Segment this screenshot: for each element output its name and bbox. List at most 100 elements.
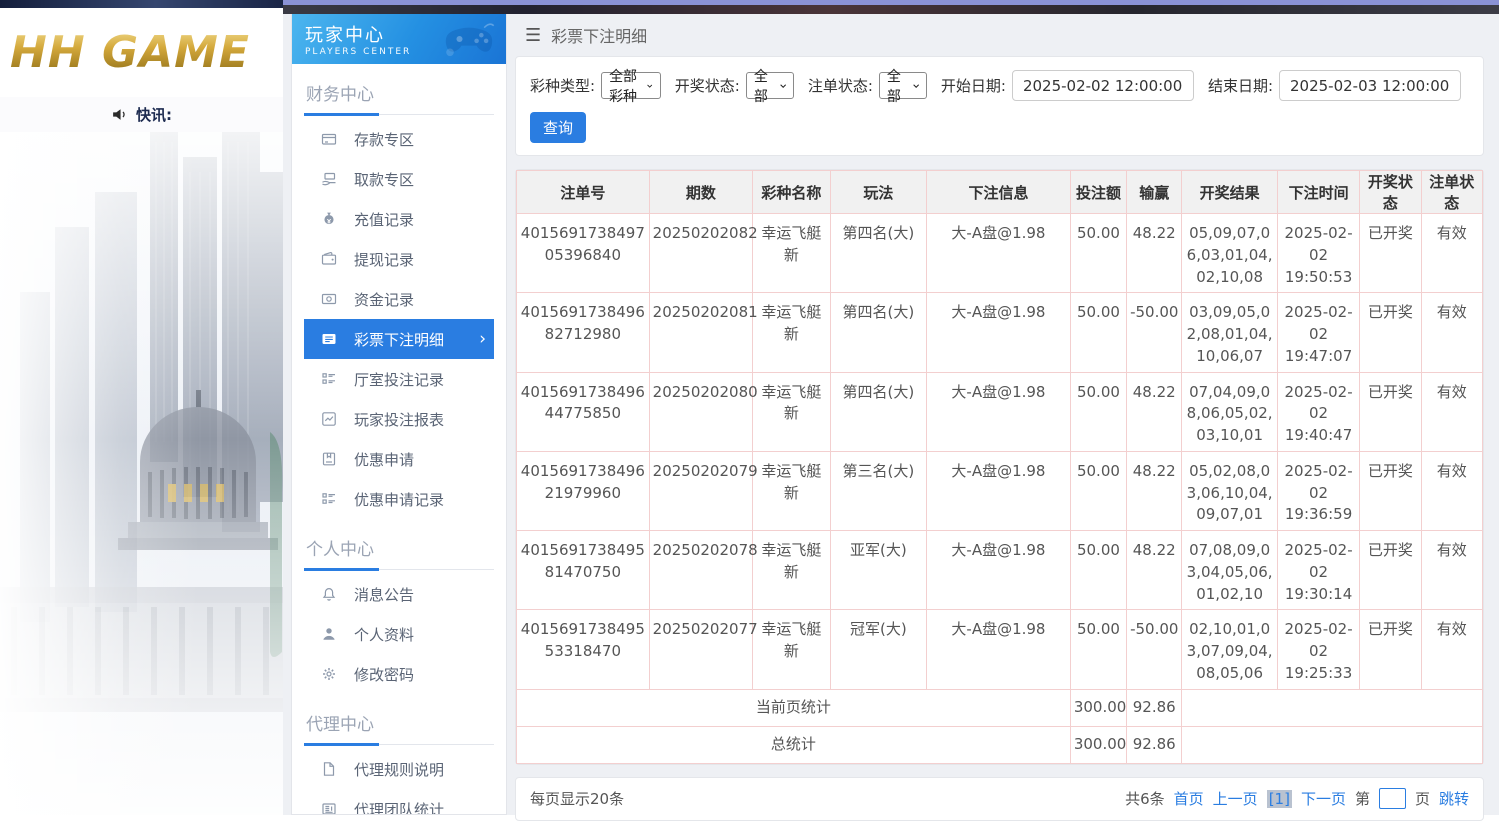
sidebar-item[interactable]: 优惠申请	[304, 439, 494, 479]
table-cell: 03,09,05,02,08,01,04,10,06,07	[1182, 293, 1277, 372]
prev-page-link[interactable]: 上一页	[1213, 788, 1258, 809]
deposit-card-icon	[321, 131, 337, 147]
jump-prefix-text: 第	[1355, 788, 1370, 809]
table-cell: 第三名(大)	[830, 451, 926, 530]
sidebar-item-label: 优惠申请	[354, 449, 414, 470]
lottery-type-label: 彩种类型:	[530, 75, 595, 96]
top-navy-strip	[0, 0, 283, 8]
sidebar-item-label: 充值记录	[354, 209, 414, 230]
pagination-bar: 每页显示20条 共6条 首页 上一页 [1] 下一页 第 页 跳转	[515, 777, 1484, 821]
jump-page-input[interactable]	[1379, 788, 1406, 809]
table-row: 40156917384964477585020250202080幸运飞艇新第四名…	[517, 372, 1483, 451]
sidebar-item-label: 消息公告	[354, 584, 414, 605]
table-cell: 2025-02-02 19:50:53	[1277, 214, 1359, 293]
gamepad-icon	[440, 20, 498, 58]
table-row: 40156917384968271298020250202081幸运飞艇新第四名…	[517, 293, 1483, 372]
sidebar-item[interactable]: 彩票下注明细›	[304, 319, 494, 359]
filter-panel: 彩种类型: 全部彩种 开奖状态: 全部 注单状态: 全部 开始日期: 结束日期:	[515, 56, 1484, 156]
table-cell: 第四名(大)	[830, 372, 926, 451]
table-row: 40156917384970539684020250202082幸运飞艇新第四名…	[517, 214, 1483, 293]
table-cell: 401569173849644775850	[517, 372, 650, 451]
table-cell: 幸运飞艇新	[753, 610, 830, 689]
table-cell: 已开奖	[1360, 293, 1421, 372]
draw-status-select[interactable]: 全部	[746, 72, 794, 99]
ticket-icon	[321, 331, 337, 347]
logo-area: HH GAME	[0, 8, 283, 97]
withdraw-hand-icon	[321, 171, 337, 187]
sidebar-item[interactable]: 优惠申请记录	[304, 479, 494, 519]
table-cell: 2025-02-02 19:36:59	[1277, 451, 1359, 530]
sidebar-item[interactable]: 充值记录	[304, 199, 494, 239]
table-cell: 冠军(大)	[830, 610, 926, 689]
query-button[interactable]: 查询	[530, 112, 586, 143]
start-date-input[interactable]	[1012, 70, 1194, 101]
sidebar-item-label: 代理规则说明	[354, 759, 444, 780]
sidebar-item[interactable]: 存款专区	[304, 119, 494, 159]
first-page-link[interactable]: 首页	[1174, 788, 1204, 809]
moneybag-icon	[321, 211, 337, 227]
sidebar-nav: 财务中心存款专区取款专区充值记录提现记录资金记录彩票下注明细›厅室投注记录玩家投…	[292, 74, 506, 815]
table-cell: 已开奖	[1360, 531, 1421, 610]
sidebar-item-label: 存款专区	[354, 129, 414, 150]
draw-status-label: 开奖状态:	[675, 75, 740, 96]
table-cell: 50.00	[1070, 531, 1126, 610]
next-page-link[interactable]: 下一页	[1301, 788, 1346, 809]
sidebar-item[interactable]: 提现记录	[304, 239, 494, 279]
table-cell: 48.22	[1127, 451, 1182, 530]
summary-row: 总统计300.0092.86	[517, 726, 1483, 763]
news-icon	[321, 801, 337, 815]
current-page-badge[interactable]: [1]	[1267, 790, 1292, 808]
list-icon	[321, 491, 337, 507]
table-cell: 20250202082	[649, 214, 753, 293]
table-cell: 50.00	[1070, 293, 1126, 372]
column-header: 期数	[649, 171, 753, 214]
table-cell: 50.00	[1070, 372, 1126, 451]
sidebar-item[interactable]: 玩家投注报表	[304, 399, 494, 439]
table-cell: 50.00	[1070, 451, 1126, 530]
table-cell: -50.00	[1127, 293, 1182, 372]
table-cell: 幸运飞艇新	[753, 372, 830, 451]
end-date-input[interactable]	[1279, 70, 1461, 101]
summary-bet-total: 300.00	[1070, 689, 1126, 726]
sidebar: 玩家中心 PLAYERS CENTER 财务中心存款专区取款专区充值记录提现记录…	[291, 14, 507, 815]
summary-row: 当前页统计300.0092.86	[517, 689, 1483, 726]
chevron-down-icon	[647, 83, 652, 89]
sidebar-section: 财务中心存款专区取款专区充值记录提现记录资金记录彩票下注明细›厅室投注记录玩家投…	[304, 74, 494, 519]
table-cell: 大-A盘@1.98	[927, 610, 1071, 689]
sidebar-item[interactable]: 修改密码	[304, 654, 494, 694]
order-status-select[interactable]: 全部	[879, 72, 927, 99]
table-row: 40156917384955331847020250202077幸运飞艇新冠军(…	[517, 610, 1483, 689]
sidebar-item[interactable]: 代理规则说明	[304, 749, 494, 789]
bets-table: 注单号期数彩种名称玩法下注信息投注额输赢开奖结果下注时间开奖状态注单状态 401…	[516, 170, 1483, 764]
lottery-type-select[interactable]: 全部彩种	[601, 72, 661, 99]
sidebar-item[interactable]: 个人资料	[304, 614, 494, 654]
jump-button[interactable]: 跳转	[1439, 788, 1469, 809]
sidebar-item[interactable]: 消息公告	[304, 574, 494, 614]
table-cell: 有效	[1421, 293, 1482, 372]
sidebar-item[interactable]: 资金记录	[304, 279, 494, 319]
funds-icon	[321, 291, 337, 307]
table-cell: 20250202077	[649, 610, 753, 689]
sidebar-item[interactable]: 厅室投注记录	[304, 359, 494, 399]
table-cell: 02,10,01,03,07,09,04,08,05,06	[1182, 610, 1277, 689]
column-header: 注单号	[517, 171, 650, 214]
table-cell: 幸运飞艇新	[753, 214, 830, 293]
admin-region: 玩家中心 PLAYERS CENTER 财务中心存款专区取款专区充值记录提现记录…	[283, 0, 1499, 815]
table-cell: 有效	[1421, 451, 1482, 530]
sidebar-item[interactable]: 取款专区	[304, 159, 494, 199]
table-cell: 05,02,08,03,06,10,04,09,07,01	[1182, 451, 1277, 530]
chevron-down-icon	[913, 83, 919, 89]
table-cell: 2025-02-02 19:40:47	[1277, 372, 1359, 451]
document-icon	[321, 761, 337, 777]
table-cell: 第四名(大)	[830, 214, 926, 293]
page-title: 彩票下注明细	[551, 23, 647, 47]
table-cell: 有效	[1421, 372, 1482, 451]
total-count-text: 共6条	[1125, 788, 1165, 809]
column-header: 开奖结果	[1182, 171, 1277, 214]
sidebar-item-label: 取款专区	[354, 169, 414, 190]
menu-icon[interactable]: ☰	[525, 25, 541, 46]
sidebar-item-label: 代理团队统计	[354, 799, 444, 816]
table-cell: 20250202078	[649, 531, 753, 610]
sidebar-item[interactable]: 代理团队统计	[304, 789, 494, 815]
sidebar-item-label: 修改密码	[354, 664, 414, 685]
